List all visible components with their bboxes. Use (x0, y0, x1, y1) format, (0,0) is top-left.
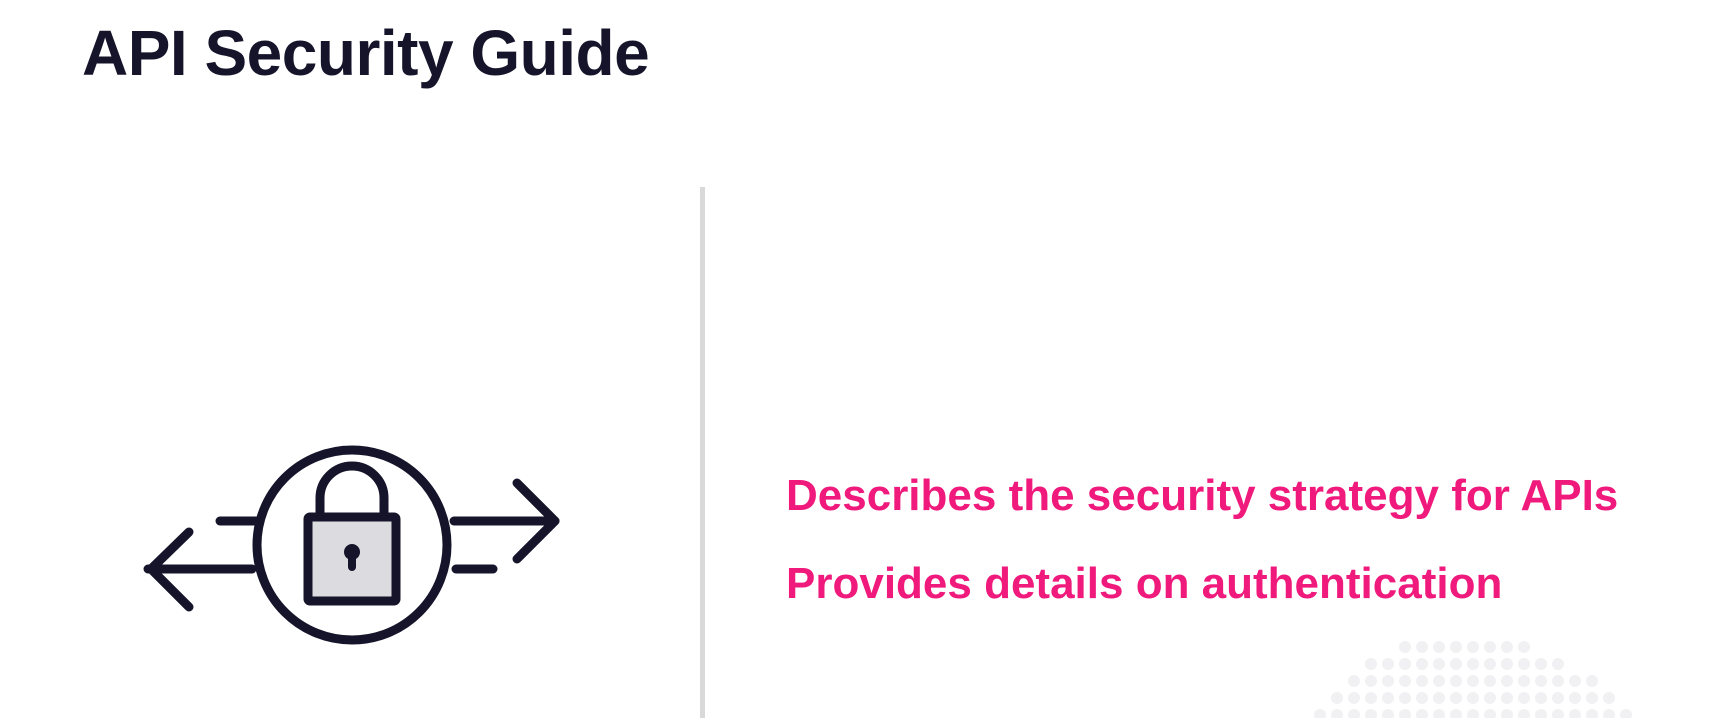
description-item: Provides details on authentication (786, 559, 1503, 609)
dot-pattern-decoration (1314, 641, 1632, 718)
padlock-exchange-icon (143, 445, 560, 645)
page-title: API Security Guide (82, 17, 650, 89)
description-list: Describes the security strategy for APIs… (786, 471, 1619, 649)
vertical-divider (700, 187, 705, 718)
description-item: Describes the security strategy for APIs (786, 471, 1619, 520)
